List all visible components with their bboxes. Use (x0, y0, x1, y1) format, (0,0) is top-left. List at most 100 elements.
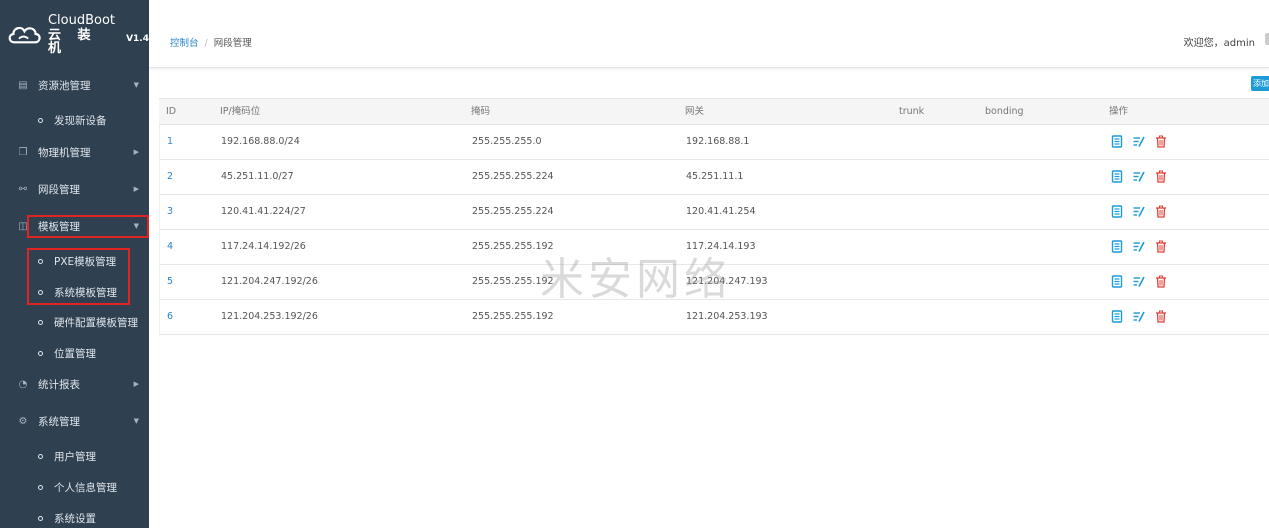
copy-icon: ❐ (18, 146, 28, 158)
sidebar-subitem-users[interactable]: 用户管理 (0, 444, 149, 468)
cloud-logo-icon (8, 26, 41, 44)
view-detail-icon[interactable] (1111, 205, 1123, 218)
caret-right-icon: ▶ (133, 380, 139, 388)
column-header-ip: IP/掩码位 (220, 106, 261, 117)
cell-mask: 255.255.255.192 (472, 311, 554, 322)
delete-icon[interactable] (1155, 135, 1167, 148)
sidebar-item-label: 系统管理 (38, 415, 80, 428)
user-menu-toggle[interactable] (1265, 33, 1269, 45)
cell-gateway: 117.24.14.193 (686, 241, 756, 252)
delete-icon[interactable] (1155, 275, 1167, 288)
table-row: 3 120.41.41.224/27 255.255.255.224 120.4… (159, 195, 1269, 230)
network-segment-table: ID IP/掩码位 掩码 网关 trunk bonding 操作 1 192.1… (159, 98, 1269, 335)
sidebar-item-label: 硬件配置模板管理 (54, 316, 138, 329)
cell-ip: 120.41.41.224/27 (221, 206, 306, 217)
table-row: 2 45.251.11.0/27 255.255.255.224 45.251.… (159, 160, 1269, 195)
column-header-id: ID (166, 106, 177, 117)
sidebar-item-label: 统计报表 (38, 378, 80, 391)
cell-id[interactable]: 5 (167, 265, 173, 300)
edit-icon[interactable] (1133, 170, 1145, 183)
bullet-icon (38, 484, 43, 490)
cell-gateway: 121.204.253.193 (686, 311, 768, 322)
cell-id[interactable]: 2 (167, 160, 173, 195)
pie-chart-icon: ◔ (18, 378, 28, 390)
sidebar-item-reports[interactable]: ◔ 统计报表 ▶ (0, 370, 149, 398)
view-detail-icon[interactable] (1111, 310, 1123, 323)
table-header: ID IP/掩码位 掩码 网关 trunk bonding 操作 (159, 99, 1269, 125)
breadcrumb: 控制台 / 网段管理 (170, 35, 252, 49)
welcome-text: 欢迎您，admin (1183, 38, 1255, 49)
highlight-box-template-menu (27, 215, 149, 238)
view-detail-icon[interactable] (1111, 275, 1123, 288)
sidebar-item-label: 系统设置 (54, 512, 96, 525)
sidebar-item-label: 发现新设备 (54, 114, 107, 127)
column-header-actions: 操作 (1109, 106, 1129, 117)
server-icon: ▤ (18, 79, 28, 91)
delete-icon[interactable] (1155, 205, 1167, 218)
cell-id[interactable]: 6 (167, 300, 173, 335)
sidebar-item-label: 用户管理 (54, 450, 96, 463)
bullet-icon (38, 515, 43, 521)
edit-icon[interactable] (1133, 240, 1145, 253)
sidebar-subitem-hardware-template[interactable]: 硬件配置模板管理 (0, 310, 149, 334)
sidebar-item-physical[interactable]: ❐ 物理机管理 ▶ (0, 138, 149, 166)
cell-id[interactable]: 1 (167, 125, 173, 160)
sidebar-item-label: 个人信息管理 (54, 481, 117, 494)
delete-icon[interactable] (1155, 240, 1167, 253)
delete-icon[interactable] (1155, 310, 1167, 323)
cell-mask: 255.255.255.0 (472, 136, 542, 147)
sidebar-item-network[interactable]: ⚯ 网段管理 ▶ (0, 175, 149, 203)
add-button[interactable]: 添加 (1251, 76, 1269, 91)
logo-version: V1.4 (126, 34, 149, 44)
link-icon: ⚯ (18, 183, 28, 195)
bullet-icon (38, 319, 43, 325)
top-header: 控制台 / 网段管理 欢迎您，admin (149, 0, 1269, 68)
sidebar-item-label: 网段管理 (38, 183, 80, 196)
cell-gateway: 192.168.88.1 (686, 136, 750, 147)
sidebar-subitem-profile[interactable]: 个人信息管理 (0, 475, 149, 499)
breadcrumb-link-console[interactable]: 控制台 (170, 38, 199, 49)
caret-right-icon: ▶ (133, 148, 139, 156)
view-detail-icon[interactable] (1111, 170, 1123, 183)
table-row: 4 117.24.14.192/26 255.255.255.192 117.2… (159, 230, 1269, 265)
logo-brand: CloudBoot (47, 12, 116, 28)
row-actions (1111, 205, 1167, 218)
cell-id[interactable]: 4 (167, 230, 173, 265)
edit-icon[interactable] (1133, 310, 1145, 323)
bullet-icon (38, 350, 43, 356)
table-row: 1 192.168.88.0/24 255.255.255.0 192.168.… (159, 125, 1269, 160)
table-body: 1 192.168.88.0/24 255.255.255.0 192.168.… (159, 125, 1269, 335)
cell-id[interactable]: 3 (167, 195, 173, 230)
view-detail-icon[interactable] (1111, 240, 1123, 253)
column-header-mask: 掩码 (471, 106, 491, 117)
cell-mask: 255.255.255.192 (472, 241, 554, 252)
row-actions (1111, 170, 1167, 183)
breadcrumb-current: 网段管理 (213, 38, 252, 49)
cell-ip: 121.204.253.192/26 (221, 311, 318, 322)
row-actions (1111, 135, 1167, 148)
sidebar-item-label: 资源池管理 (38, 79, 91, 92)
sidebar-subitem-settings[interactable]: 系统设置 (0, 506, 149, 528)
view-detail-icon[interactable] (1111, 135, 1123, 148)
sidebar-item-system[interactable]: ⚙ 系统管理 ▼ (0, 407, 149, 435)
row-actions (1111, 240, 1167, 253)
logo-cn-name: 云 装 机 (47, 27, 97, 56)
table-row: 5 121.204.247.192/26 255.255.255.192 121… (159, 265, 1269, 300)
edit-icon[interactable] (1133, 135, 1145, 148)
column-header-bonding: bonding (985, 106, 1024, 117)
delete-icon[interactable] (1155, 170, 1167, 183)
column-header-trunk: trunk (899, 106, 925, 117)
cell-mask: 255.255.255.224 (472, 171, 554, 182)
cell-mask: 255.255.255.192 (472, 276, 554, 287)
cell-ip: 121.204.247.192/26 (221, 276, 318, 287)
sidebar-subitem-location[interactable]: 位置管理 (0, 341, 149, 365)
edit-icon[interactable] (1133, 205, 1145, 218)
cell-gateway: 121.204.247.193 (686, 276, 768, 287)
edit-icon[interactable] (1133, 275, 1145, 288)
caret-right-icon: ▶ (133, 185, 139, 193)
logo[interactable]: CloudBoot 云 装 机 V1.4 (0, 0, 149, 68)
breadcrumb-separator: / (204, 38, 208, 49)
cell-ip: 45.251.11.0/27 (221, 171, 294, 182)
sidebar-subitem-discover[interactable]: 发现新设备 (0, 108, 149, 132)
sidebar-item-resource-pool[interactable]: ▤ 资源池管理 ▼ (0, 71, 149, 99)
